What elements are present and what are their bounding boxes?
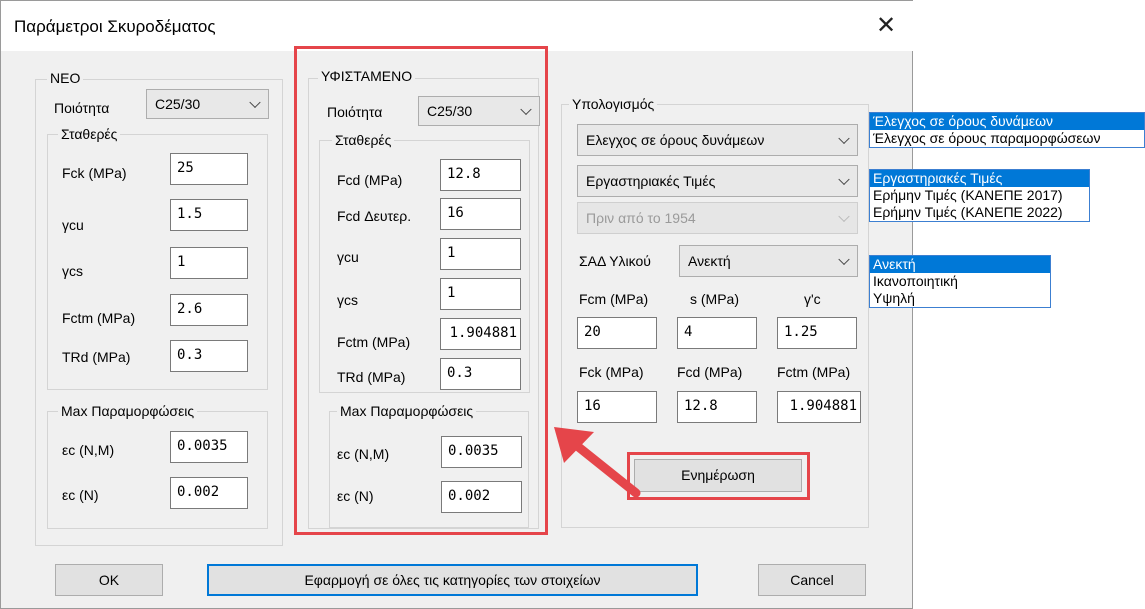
calc-fcd-header: Fcd (MPa) <box>677 364 743 380</box>
highlight-arrow-icon <box>554 427 641 498</box>
list-item[interactable]: Ερήμην Τιμές (ΚΑΝΕΠΕ 2017) <box>870 187 1089 204</box>
cancel-button[interactable]: Cancel <box>758 564 866 596</box>
existing-highlight-box <box>294 46 548 535</box>
new-gcu-label: γcu <box>62 217 84 233</box>
calc-method-value: Ελεγχος σε όρους δυνάμεων <box>586 132 765 148</box>
new-fck-label: Fck (MPa) <box>62 165 127 181</box>
list-item[interactable]: Έλεγχος σε όρους δυνάμεων <box>870 113 1144 130</box>
new-quality-value: C25/30 <box>155 96 201 112</box>
calc-values-options: Εργαστηριακές Τιμές Ερήμην Τιμές (ΚΑΝΕΠΕ… <box>869 169 1090 222</box>
list-item[interactable]: Εργαστηριακές Τιμές <box>870 170 1089 187</box>
new-ecnm-label: εc (N,M) <box>62 442 115 458</box>
new-ecnm-field[interactable]: 0.0035 <box>170 431 248 463</box>
s-field[interactable]: 4 <box>677 317 757 349</box>
list-item[interactable]: Ικανοποιητική <box>870 273 1050 290</box>
new-gcs-field[interactable]: 1 <box>170 247 248 279</box>
calculation-group-label: Υπολογισμός <box>569 96 658 112</box>
calc-fctm-header: Fctm (MPa) <box>777 364 851 380</box>
list-item[interactable]: Υψηλή <box>870 290 1050 307</box>
new-group-label: ΝΕΟ <box>47 70 84 86</box>
list-item[interactable]: Ερήμην Τιμές (ΚΑΝΕΠΕ 2022) <box>870 204 1089 221</box>
new-fck-field[interactable]: 25 <box>170 153 248 185</box>
gc-header: γ'c <box>804 291 821 307</box>
s-header: s (MPa) <box>690 291 739 307</box>
calc-method-options: Έλεγχος σε όρους δυνάμεων Έλεγχος σε όρο… <box>869 112 1145 148</box>
chevron-down-icon <box>838 132 850 145</box>
calc-period-value: Πριν από το 1954 <box>586 210 696 226</box>
fcm-header: Fcm (MPa) <box>579 291 649 307</box>
fcm-field[interactable]: 20 <box>577 317 657 349</box>
new-quality-label: Ποιότητα <box>54 100 110 116</box>
new-quality-select[interactable]: C25/30 <box>146 89 269 119</box>
ok-button[interactable]: OK <box>55 564 163 596</box>
calc-values-select[interactable]: Εργαστηριακές Τιμές <box>577 165 858 197</box>
sad-options: Ανεκτή Ικανοποιητική Υψηλή <box>869 255 1051 308</box>
chevron-down-icon <box>249 96 261 109</box>
new-fctm-label: Fctm (MPa) <box>62 310 136 326</box>
calc-values-value: Εργαστηριακές Τιμές <box>586 173 716 189</box>
new-trd-field[interactable]: 0.3 <box>170 340 248 372</box>
new-fctm-field[interactable]: 2.6 <box>170 294 248 326</box>
calc-fcd-field[interactable]: 12.8 <box>677 391 757 423</box>
list-item[interactable]: Έλεγχος σε όρους παραμορφώσεων <box>870 130 1144 147</box>
new-ecn-field[interactable]: 0.002 <box>170 477 248 509</box>
apply-all-button[interactable]: Εφαρμογή σε όλες τις κατηγορίες των στοι… <box>207 564 698 596</box>
concrete-parameters-dialog: Παράμετροι Σκυροδέματος ✕ ΝΕΟ Ποιότητα C… <box>0 0 914 609</box>
new-strain-group <box>47 411 268 529</box>
sad-label: ΣΑΔ Υλικού <box>579 253 651 269</box>
new-gcs-label: γcs <box>62 263 83 279</box>
calc-fck-header: Fck (MPa) <box>579 364 644 380</box>
new-constants-label: Σταθερές <box>58 126 121 142</box>
sad-select[interactable]: Ανεκτή <box>679 245 858 277</box>
calc-fctm-field[interactable]: 1.904881 <box>777 391 861 423</box>
chevron-down-icon <box>838 210 850 223</box>
list-item[interactable]: Ανεκτή <box>870 256 1050 273</box>
new-ecn-label: εc (N) <box>62 487 99 503</box>
sad-value: Ανεκτή <box>688 253 731 269</box>
gc-field[interactable]: 1.25 <box>777 317 857 349</box>
chevron-down-icon <box>838 253 850 266</box>
new-gcu-field[interactable]: 1.5 <box>170 199 248 231</box>
window-title: Παράμετροι Σκυροδέματος <box>14 17 216 36</box>
close-icon[interactable]: ✕ <box>871 11 901 41</box>
new-trd-label: TRd (MPa) <box>62 349 131 365</box>
calc-period-select[interactable]: Πριν από το 1954 <box>577 202 858 234</box>
calc-method-select[interactable]: Ελεγχος σε όρους δυνάμεων <box>577 124 858 156</box>
new-strain-label: Max Παραμορφώσεις <box>58 403 198 419</box>
update-highlight-box <box>627 452 810 500</box>
chevron-down-icon <box>838 173 850 186</box>
